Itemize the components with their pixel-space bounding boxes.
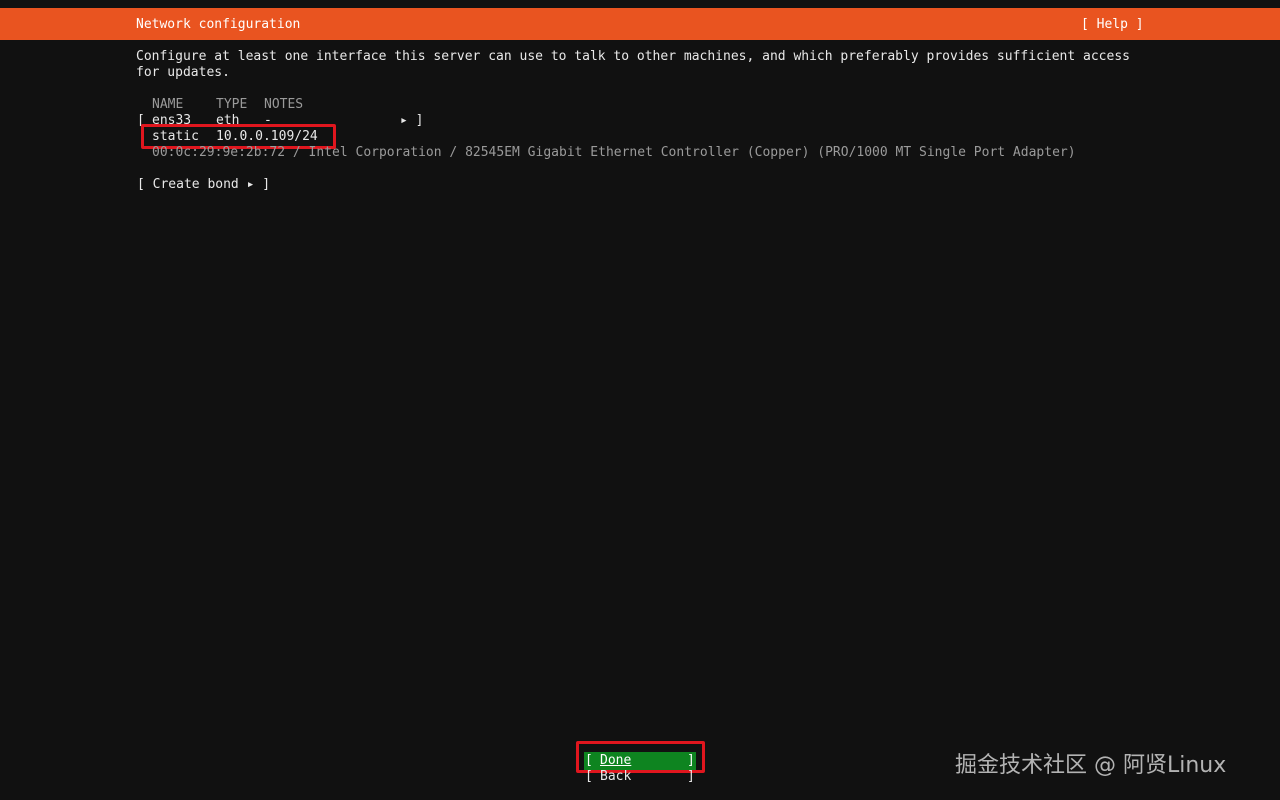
interface-menu-arrow-icon[interactable]: ▸ ] (400, 113, 423, 129)
create-bond-button[interactable]: [ Create bond ▸ ] (137, 177, 270, 193)
column-header-name: NAME (152, 97, 184, 112)
back-label: Back (600, 769, 632, 784)
title-bar: Network configuration [ Help ] (0, 8, 1280, 40)
back-bracket-close: ] (687, 769, 695, 784)
back-bracket-open: [ (585, 769, 601, 784)
column-header-type: TYPE (216, 97, 248, 112)
help-button[interactable]: [ Help ] (1081, 17, 1144, 32)
intro-text: Configure at least one interface this se… (136, 49, 1130, 80)
watermark: 掘金技术社区 @ 阿贤Linux (955, 753, 1227, 778)
page-title: Network configuration (136, 17, 301, 32)
column-header-notes: NOTES (264, 97, 304, 112)
top-border (0, 0, 1280, 8)
hardware-info: 00:0c:29:9e:2b:72 / Intel Corporation / … (152, 145, 1076, 160)
